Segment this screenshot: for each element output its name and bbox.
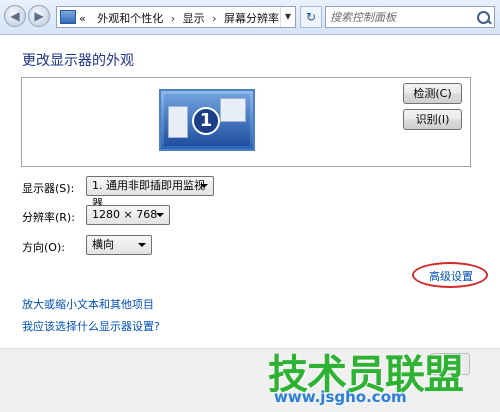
breadcrumb-item-display[interactable]: 显示 <box>183 12 205 25</box>
which-settings-link[interactable]: 我应该选择什么显示器设置? <box>22 318 160 334</box>
breadcrumb[interactable]: « 外观和个性化 › 显示 › 屏幕分辨率 ▼ <box>56 6 296 28</box>
search-box <box>325 6 495 28</box>
breadcrumb-separator-icon[interactable]: › <box>212 12 216 25</box>
search-input[interactable] <box>326 7 478 27</box>
forward-button[interactable]: ▶ <box>28 5 50 27</box>
watermark-url: www.jsgho.com <box>274 388 407 406</box>
breadcrumb-item-appearance[interactable]: 外观和个性化 <box>97 12 163 25</box>
orientation-select-value: 横向 <box>92 238 114 251</box>
breadcrumb-separator-icon[interactable]: › <box>171 12 175 25</box>
text-size-link[interactable]: 放大或缩小文本和其他项目 <box>22 296 154 312</box>
resolution-select[interactable]: 1280 × 768 <box>86 205 170 225</box>
back-button[interactable]: ◀ <box>4 5 26 27</box>
monitor-number: 1 <box>192 107 220 135</box>
detect-button[interactable]: 检测(C) <box>403 83 462 104</box>
control-panel-icon <box>60 10 76 24</box>
resolution-label: 分辨率(R): <box>22 211 75 224</box>
page-title: 更改显示器的外观 <box>22 53 134 69</box>
monitor-label: 显示器(S): <box>22 182 75 195</box>
back-arrow-icon: ◀ <box>10 9 20 23</box>
chevron-down-icon <box>200 184 208 188</box>
address-bar: ◀ ▶ « 外观和个性化 › 显示 › 屏幕分辨率 ▼ ↻ <box>0 0 500 35</box>
chevron-down-icon <box>138 243 146 247</box>
breadcrumb-overflow[interactable]: « <box>79 12 86 25</box>
orientation-select[interactable]: 横向 <box>86 235 152 255</box>
refresh-button[interactable]: ↻ <box>300 6 322 28</box>
chevron-down-icon <box>156 213 164 217</box>
search-icon[interactable] <box>477 11 490 24</box>
window-thumbnail <box>168 106 188 138</box>
forward-arrow-icon: ▶ <box>34 9 44 23</box>
red-highlight-ellipse <box>412 262 488 288</box>
monitor-1-icon[interactable]: 1 <box>159 89 255 151</box>
resolution-select-value: 1280 × 768 <box>92 208 158 221</box>
identify-button[interactable]: 识别(I) <box>403 109 462 130</box>
breadcrumb-item-resolution[interactable]: 屏幕分辨率 <box>224 12 279 25</box>
window-thumbnail <box>220 98 246 122</box>
monitor-select[interactable]: 1. 通用非即插即用监视器 <box>86 176 214 210</box>
orientation-label: 方向(O): <box>22 241 65 254</box>
refresh-icon: ↻ <box>305 10 317 24</box>
address-dropdown-icon[interactable]: ▼ <box>280 7 295 27</box>
